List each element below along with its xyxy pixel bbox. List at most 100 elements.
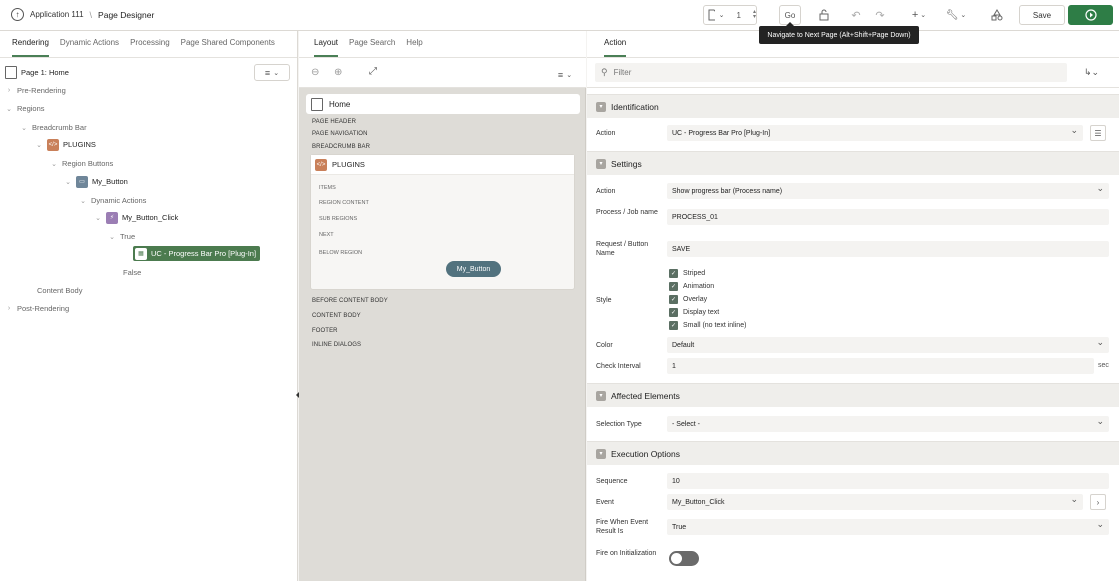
layout-toolbar-area: Layout Page Search Help ⊖ ⊕ ⤢ ≡ ⌄ bbox=[299, 31, 586, 88]
tab-page-shared-components[interactable]: Page Shared Components bbox=[181, 38, 275, 57]
zoom-out-icon[interactable]: ⊖ bbox=[311, 67, 319, 78]
tree-node-regions[interactable]: ⌄ Regions bbox=[5, 101, 44, 116]
page-stepper-icon[interactable]: ▴ ▾ bbox=[753, 9, 756, 20]
lock-page-button[interactable] bbox=[813, 5, 835, 25]
event-go-button[interactable]: › bbox=[1090, 494, 1106, 510]
check-interval-input[interactable]: 1 bbox=[667, 358, 1094, 374]
request-button-input[interactable]: SAVE bbox=[667, 241, 1109, 257]
tree-node-my-button-click[interactable]: ⌄ ⚡︎ My_Button_Click bbox=[94, 210, 178, 225]
tree-menu-button[interactable]: ≡ ⌄ bbox=[254, 64, 290, 81]
layout-page-bar[interactable]: Home bbox=[306, 94, 580, 114]
color-select[interactable]: Default bbox=[667, 337, 1109, 353]
tree-node-false[interactable]: False bbox=[123, 265, 141, 280]
action-select[interactable]: UC - Progress Bar Pro [Plug-In] bbox=[667, 125, 1083, 141]
shared-components-button[interactable] bbox=[986, 5, 1008, 25]
position-before-content-body[interactable]: BEFORE CONTENT BODY bbox=[312, 298, 388, 304]
region-header[interactable]: </> PLUGINS bbox=[311, 155, 574, 175]
chevron-down-icon[interactable]: ⌄ bbox=[79, 197, 87, 205]
tab-page-search[interactable]: Page Search bbox=[349, 38, 395, 57]
section-settings[interactable]: ▾ Settings bbox=[587, 151, 1119, 175]
chevron-down-icon: ⌄ bbox=[718, 12, 725, 19]
tree-node-pre-rendering[interactable]: › Pre-Rendering bbox=[5, 83, 66, 98]
event-select[interactable]: My_Button_Click bbox=[667, 494, 1083, 510]
position-below-region[interactable]: BELOW REGION bbox=[319, 250, 362, 256]
chevron-down-icon[interactable]: ⌄ bbox=[20, 124, 28, 132]
tab-dynamic-actions[interactable]: Dynamic Actions bbox=[60, 38, 119, 57]
position-page-navigation[interactable]: PAGE NAVIGATION bbox=[312, 131, 368, 137]
tree-node-post-rendering[interactable]: › Post-Rendering bbox=[5, 301, 69, 316]
tree-node-breadcrumb-bar[interactable]: ⌄ Breadcrumb Bar bbox=[20, 120, 87, 135]
page-selector[interactable]: ⌄ 1 ▴ ▾ bbox=[703, 5, 757, 25]
layout-region-plugins[interactable]: </> PLUGINS ITEMS REGION CONTENT SUB REG… bbox=[310, 154, 575, 290]
tab-action[interactable]: Action bbox=[604, 38, 627, 57]
tree-node-dynamic-actions[interactable]: ⌄ Dynamic Actions bbox=[79, 193, 146, 208]
tree-node-plugins-region[interactable]: ⌄ </> PLUGINS bbox=[35, 137, 96, 152]
settings-action-select[interactable]: Show progress bar (Process name) bbox=[667, 183, 1109, 199]
position-content-body[interactable]: CONTENT BODY bbox=[312, 313, 361, 319]
checkbox-checked-icon[interactable]: ✓ bbox=[669, 308, 678, 317]
position-region-content[interactable]: REGION CONTENT bbox=[319, 200, 369, 206]
process-job-input[interactable]: PROCESS_01 bbox=[667, 209, 1109, 225]
save-button[interactable]: Save bbox=[1019, 5, 1065, 25]
tree-node-progress-bar-action[interactable]: ▦ UC - Progress Bar Pro [Plug-In] bbox=[133, 246, 261, 261]
tab-processing[interactable]: Processing bbox=[130, 38, 170, 57]
style-option-overlay[interactable]: ✓ Overlay bbox=[669, 295, 707, 304]
create-menu-button[interactable]: + ⌄ bbox=[906, 5, 932, 25]
run-button[interactable] bbox=[1068, 5, 1113, 25]
style-option-display-text[interactable]: ✓ Display text bbox=[669, 308, 719, 317]
tree-node-content-body[interactable]: Content Body bbox=[37, 283, 82, 298]
chevron-right-icon[interactable]: › bbox=[5, 87, 13, 94]
chevron-down-icon[interactable]: ⌄ bbox=[108, 233, 116, 241]
tree-node-my-button[interactable]: ⌄ ▭ My_Button bbox=[64, 174, 128, 189]
tab-help[interactable]: Help bbox=[406, 38, 422, 57]
go-to-group-icon[interactable]: ↳⌄ bbox=[1084, 67, 1099, 78]
section-execution-options[interactable]: ▾ Execution Options bbox=[587, 441, 1119, 465]
style-option-small[interactable]: ✓ Small (no text inline) bbox=[669, 321, 746, 330]
action-list-button[interactable]: ☰ bbox=[1090, 125, 1106, 141]
chevron-down-icon[interactable]: ⌄ bbox=[94, 214, 102, 222]
checkbox-checked-icon[interactable]: ✓ bbox=[669, 282, 678, 291]
position-inline-dialogs[interactable]: INLINE DIALOGS bbox=[312, 342, 361, 348]
position-next[interactable]: NEXT bbox=[319, 232, 334, 238]
page-number-field[interactable]: 1 bbox=[737, 11, 741, 20]
position-page-header[interactable]: PAGE HEADER bbox=[312, 119, 356, 125]
fire-init-toggle[interactable] bbox=[669, 551, 699, 566]
chevron-down-icon[interactable]: ⌄ bbox=[35, 141, 43, 149]
style-option-label: Animation bbox=[683, 283, 715, 290]
chevron-down-icon[interactable]: ⌄ bbox=[5, 105, 13, 113]
tree-node-region-buttons[interactable]: ⌄ Region Buttons bbox=[50, 156, 113, 171]
tab-rendering[interactable]: Rendering bbox=[12, 38, 49, 57]
tree-node-page[interactable]: Page 1: Home bbox=[5, 65, 69, 80]
app-link[interactable]: Application 111 bbox=[30, 10, 84, 19]
checkbox-checked-icon[interactable]: ✓ bbox=[669, 269, 678, 278]
undo-button[interactable]: ↶ bbox=[846, 5, 866, 25]
section-affected-elements[interactable]: ▾ Affected Elements bbox=[587, 383, 1119, 407]
tree-node-label: False bbox=[123, 268, 142, 277]
chevron-down-icon[interactable]: ⌄ bbox=[64, 178, 72, 186]
section-identification[interactable]: ▾ Identification bbox=[587, 94, 1119, 118]
chevron-right-icon[interactable]: › bbox=[5, 305, 13, 312]
tab-layout[interactable]: Layout bbox=[314, 38, 339, 57]
position-breadcrumb-bar[interactable]: BREADCRUMB BAR bbox=[312, 144, 370, 150]
style-option-striped[interactable]: ✓ Striped bbox=[669, 269, 705, 278]
position-items[interactable]: ITEMS bbox=[319, 185, 336, 191]
splitter-left-arrow-icon[interactable] bbox=[296, 392, 299, 398]
style-option-animation[interactable]: ✓ Animation bbox=[669, 282, 714, 291]
layout-my-button[interactable]: My_Button bbox=[446, 261, 501, 277]
app-home-icon[interactable]: ↑ bbox=[11, 8, 24, 21]
fire-result-select[interactable]: True bbox=[667, 519, 1109, 535]
zoom-in-icon[interactable]: ⊕ bbox=[334, 67, 342, 78]
position-sub-regions[interactable]: SUB REGIONS bbox=[319, 216, 357, 222]
chevron-down-icon[interactable]: ⌄ bbox=[50, 160, 58, 168]
tree-node-true[interactable]: ⌄ True bbox=[108, 229, 135, 244]
utilities-menu-button[interactable]: 🔧︎ ⌄ bbox=[942, 5, 970, 25]
layout-menu-button[interactable]: ≡ ⌄ bbox=[547, 66, 583, 83]
redo-button[interactable]: ↷ bbox=[870, 5, 890, 25]
selection-type-select[interactable]: - Select - bbox=[667, 416, 1109, 432]
checkbox-checked-icon[interactable]: ✓ bbox=[669, 295, 678, 304]
position-footer[interactable]: FOOTER bbox=[312, 328, 338, 334]
filter-input[interactable]: ⚲ Filter bbox=[595, 63, 1067, 82]
expand-icon[interactable]: ⤢ bbox=[369, 66, 377, 77]
sequence-input[interactable]: 10 bbox=[667, 473, 1109, 489]
checkbox-checked-icon[interactable]: ✓ bbox=[669, 321, 678, 330]
